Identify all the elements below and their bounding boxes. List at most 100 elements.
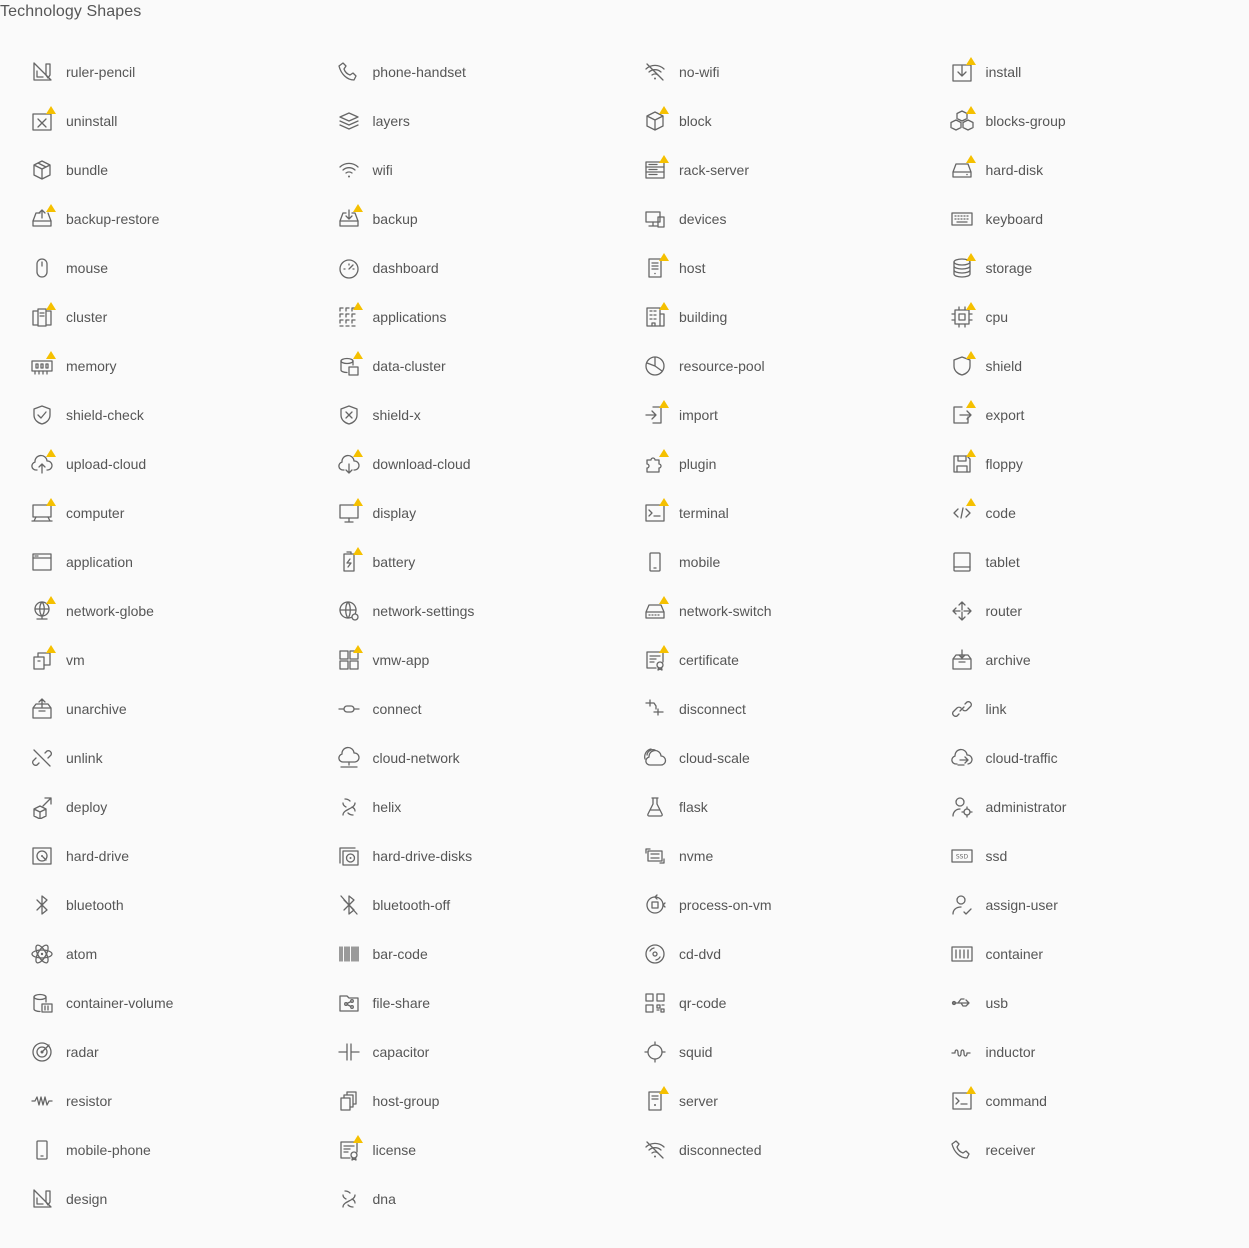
shape-item-hard-disk[interactable]: hard-disk <box>920 145 1227 194</box>
mobile-icon <box>643 550 667 574</box>
shape-item-unarchive[interactable]: unarchive <box>0 684 307 733</box>
shape-item-shield[interactable]: shield <box>920 341 1227 390</box>
shape-item-command[interactable]: command <box>920 1076 1227 1125</box>
shape-item-floppy[interactable]: floppy <box>920 439 1227 488</box>
shape-item-blocks-group[interactable]: blocks-group <box>920 96 1227 145</box>
shape-item-helix[interactable]: helix <box>307 782 614 831</box>
shape-item-network-globe[interactable]: network-globe <box>0 586 307 635</box>
shape-item-cpu[interactable]: cpu <box>920 292 1227 341</box>
shape-item-usb[interactable]: usb <box>920 978 1227 1027</box>
shape-item-mouse[interactable]: mouse <box>0 243 307 292</box>
shape-item-cluster[interactable]: cluster <box>0 292 307 341</box>
shape-item-backup-restore[interactable]: backup-restore <box>0 194 307 243</box>
shape-item-vmw-app[interactable]: vmw-app <box>307 635 614 684</box>
shape-item-backup[interactable]: backup <box>307 194 614 243</box>
shape-item-resource-pool[interactable]: resource-pool <box>613 341 920 390</box>
shape-item-tablet[interactable]: tablet <box>920 537 1227 586</box>
shape-item-no-wifi[interactable]: no-wifi <box>613 47 920 96</box>
shape-item-shield-check[interactable]: shield-check <box>0 390 307 439</box>
shape-item-dna[interactable]: dna <box>307 1174 614 1223</box>
shape-item-qr-code[interactable]: qr-code <box>613 978 920 1027</box>
shape-item-assign-user[interactable]: assign-user <box>920 880 1227 929</box>
alert-badge-icon <box>352 1134 363 1143</box>
shape-item-server[interactable]: server <box>613 1076 920 1125</box>
shape-item-battery[interactable]: battery <box>307 537 614 586</box>
shape-item-ssd[interactable]: SSD ssd <box>920 831 1227 880</box>
shape-item-design[interactable]: design <box>0 1174 307 1223</box>
shape-item-display[interactable]: display <box>307 488 614 537</box>
shape-item-rack-server[interactable]: rack-server <box>613 145 920 194</box>
shape-item-deploy[interactable]: deploy <box>0 782 307 831</box>
shape-item-bundle[interactable]: bundle <box>0 145 307 194</box>
shape-item-container-volume[interactable]: container-volume <box>0 978 307 1027</box>
shape-label: keyboard <box>985 210 1044 227</box>
shape-item-nvme[interactable]: nvme <box>613 831 920 880</box>
shape-item-host[interactable]: host <box>613 243 920 292</box>
shape-item-network-switch[interactable]: network-switch <box>613 586 920 635</box>
shape-item-capacitor[interactable]: capacitor <box>307 1027 614 1076</box>
shape-item-license[interactable]: license <box>307 1125 614 1174</box>
shape-item-phone-handset[interactable]: phone-handset <box>307 47 614 96</box>
shape-item-disconnected[interactable]: disconnected <box>613 1125 920 1174</box>
shape-item-atom[interactable]: atom <box>0 929 307 978</box>
shape-item-shield-x[interactable]: shield-x <box>307 390 614 439</box>
shape-item-bluetooth[interactable]: bluetooth <box>0 880 307 929</box>
shape-item-cloud-traffic[interactable]: cloud-traffic <box>920 733 1227 782</box>
bar-code-icon <box>337 942 361 966</box>
shape-item-code[interactable]: code <box>920 488 1227 537</box>
shape-item-unlink[interactable]: unlink <box>0 733 307 782</box>
shape-item-devices[interactable]: devices <box>613 194 920 243</box>
shape-item-dashboard[interactable]: dashboard <box>307 243 614 292</box>
shape-item-memory[interactable]: memory <box>0 341 307 390</box>
shape-item-flask[interactable]: flask <box>613 782 920 831</box>
shape-item-uninstall[interactable]: uninstall <box>0 96 307 145</box>
shape-item-hard-drive-disks[interactable]: hard-drive-disks <box>307 831 614 880</box>
shape-item-network-settings[interactable]: network-settings <box>307 586 614 635</box>
shape-item-install[interactable]: install <box>920 47 1227 96</box>
shape-item-terminal[interactable]: terminal <box>613 488 920 537</box>
shape-item-block[interactable]: block <box>613 96 920 145</box>
shape-item-receiver[interactable]: receiver <box>920 1125 1227 1174</box>
shape-item-inductor[interactable]: inductor <box>920 1027 1227 1076</box>
shape-item-process-on-vm[interactable]: process-on-vm <box>613 880 920 929</box>
shape-item-file-share[interactable]: file-share <box>307 978 614 1027</box>
shape-item-upload-cloud[interactable]: upload-cloud <box>0 439 307 488</box>
shape-item-squid[interactable]: squid <box>613 1027 920 1076</box>
shape-item-cloud-network[interactable]: cloud-network <box>307 733 614 782</box>
shape-item-building[interactable]: building <box>613 292 920 341</box>
shape-item-bar-code[interactable]: bar-code <box>307 929 614 978</box>
shape-item-connect[interactable]: connect <box>307 684 614 733</box>
shape-item-link[interactable]: link <box>920 684 1227 733</box>
shape-item-cloud-scale[interactable]: cloud-scale <box>613 733 920 782</box>
shape-item-data-cluster[interactable]: data-cluster <box>307 341 614 390</box>
shape-item-certificate[interactable]: certificate <box>613 635 920 684</box>
shape-item-keyboard[interactable]: keyboard <box>920 194 1227 243</box>
shape-item-archive[interactable]: archive <box>920 635 1227 684</box>
shape-item-storage[interactable]: storage <box>920 243 1227 292</box>
shape-item-ruler-pencil[interactable]: ruler-pencil <box>0 47 307 96</box>
shape-item-import[interactable]: import <box>613 390 920 439</box>
shape-item-cd-dvd[interactable]: cd-dvd <box>613 929 920 978</box>
shape-item-layers[interactable]: layers <box>307 96 614 145</box>
shape-item-resistor[interactable]: resistor <box>0 1076 307 1125</box>
shape-item-computer[interactable]: computer <box>0 488 307 537</box>
shape-item-hard-drive[interactable]: hard-drive <box>0 831 307 880</box>
shape-item-export[interactable]: export <box>920 390 1227 439</box>
shape-item-wifi[interactable]: wifi <box>307 145 614 194</box>
shape-item-application[interactable]: application <box>0 537 307 586</box>
shape-item-download-cloud[interactable]: download-cloud <box>307 439 614 488</box>
shape-label: upload-cloud <box>66 455 147 472</box>
shape-item-container[interactable]: container <box>920 929 1227 978</box>
shape-item-host-group[interactable]: host-group <box>307 1076 614 1125</box>
shape-item-bluetooth-off[interactable]: bluetooth-off <box>307 880 614 929</box>
shape-item-router[interactable]: router <box>920 586 1227 635</box>
shape-item-administrator[interactable]: administrator <box>920 782 1227 831</box>
shape-item-plugin[interactable]: plugin <box>613 439 920 488</box>
shape-label: dashboard <box>372 259 439 276</box>
shape-item-mobile[interactable]: mobile <box>613 537 920 586</box>
shape-item-mobile-phone[interactable]: mobile-phone <box>0 1125 307 1174</box>
shape-item-vm[interactable]: vm <box>0 635 307 684</box>
shape-item-disconnect[interactable]: disconnect <box>613 684 920 733</box>
shape-item-radar[interactable]: radar <box>0 1027 307 1076</box>
shape-item-applications[interactable]: applications <box>307 292 614 341</box>
